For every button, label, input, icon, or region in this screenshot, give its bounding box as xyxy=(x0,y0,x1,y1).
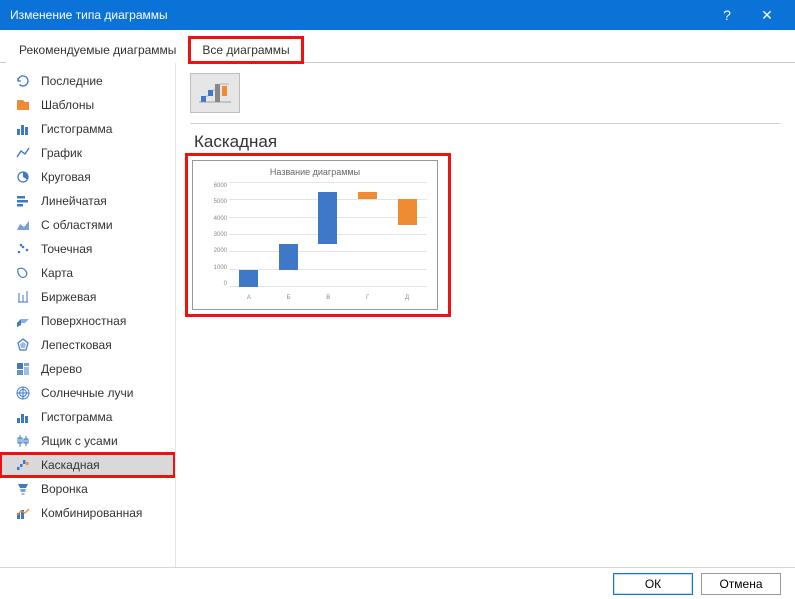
sidebar-item-label: Лепестковая xyxy=(41,338,164,352)
sidebar-item-label: Шаблоны xyxy=(41,98,164,112)
sidebar-item-12[interactable]: Дерево xyxy=(0,357,175,381)
chart-type-icon xyxy=(15,337,31,353)
sidebar-item-label: График xyxy=(41,146,164,160)
chart-type-icon xyxy=(15,289,31,305)
sidebar-item-15[interactable]: Ящик с усами xyxy=(0,429,175,453)
sidebar-item-label: Карта xyxy=(41,266,164,280)
chart-type-icon xyxy=(15,217,31,233)
titlebar: Изменение типа диаграммы ? ✕ xyxy=(0,0,795,30)
sidebar-item-2[interactable]: Гистограмма xyxy=(0,117,175,141)
chart-type-icon xyxy=(15,361,31,377)
sidebar-item-label: Комбинированная xyxy=(41,506,164,520)
chart-type-title: Каскадная xyxy=(194,132,781,152)
window-title: Изменение типа диаграммы xyxy=(10,8,707,22)
chart-type-sidebar: Последние Шаблоны Гистограмма График Кругова… xyxy=(0,63,176,567)
y-axis: 6000500040003000200010000 xyxy=(201,183,227,287)
sidebar-item-label: Дерево xyxy=(41,362,164,376)
tab-all[interactable]: Все диаграммы xyxy=(189,37,302,63)
sidebar-item-label: Воронка xyxy=(41,482,164,496)
x-axis: АБВГД xyxy=(229,295,427,301)
dialog-footer: ОК Отмена xyxy=(0,567,795,599)
chart-type-icon xyxy=(15,241,31,257)
sidebar-item-11[interactable]: Лепестковая xyxy=(0,333,175,357)
sidebar-item-10[interactable]: Поверхностная xyxy=(0,309,175,333)
chart-type-icon xyxy=(15,313,31,329)
sidebar-item-label: С областями xyxy=(41,218,164,232)
sidebar-item-label: Гистограмма xyxy=(41,122,164,136)
chart-preview[interactable]: Название диаграммы 600050004000300020001… xyxy=(192,160,438,310)
chart-type-icon xyxy=(15,73,31,89)
preview-highlight: Название диаграммы 600050004000300020001… xyxy=(190,158,446,312)
sidebar-item-8[interactable]: Карта xyxy=(0,261,175,285)
sidebar-item-9[interactable]: Биржевая xyxy=(0,285,175,309)
plot-area xyxy=(229,183,427,287)
sidebar-item-7[interactable]: Точечная xyxy=(0,237,175,261)
sidebar-item-label: Круговая xyxy=(41,170,164,184)
preview-chart-title: Название диаграммы xyxy=(193,167,437,177)
sidebar-item-6[interactable]: С областями xyxy=(0,213,175,237)
sidebar-item-label: Солнечные лучи xyxy=(41,386,164,400)
cancel-button[interactable]: Отмена xyxy=(701,573,781,595)
chart-type-icon xyxy=(15,409,31,425)
chart-type-icon xyxy=(15,97,31,113)
sidebar-item-4[interactable]: Круговая xyxy=(0,165,175,189)
subtype-waterfall[interactable] xyxy=(190,73,240,113)
main-panel: Каскадная Название диаграммы 60005000400… xyxy=(176,63,795,567)
close-button[interactable]: ✕ xyxy=(747,7,787,24)
sidebar-item-label: Биржевая xyxy=(41,290,164,304)
chart-type-icon xyxy=(15,385,31,401)
sidebar-item-label: Линейчатая xyxy=(41,194,164,208)
sidebar-item-14[interactable]: Гистограмма xyxy=(0,405,175,429)
tab-recommended[interactable]: Рекомендуемые диаграммы xyxy=(6,37,189,63)
chart-type-icon xyxy=(15,145,31,161)
chart-type-icon xyxy=(15,481,31,497)
sidebar-item-label: Точечная xyxy=(41,242,164,256)
chart-type-icon xyxy=(15,505,31,521)
sidebar-item-0[interactable]: Последние xyxy=(0,69,175,93)
sidebar-item-18[interactable]: Комбинированная xyxy=(0,501,175,525)
chart-type-icon xyxy=(15,457,31,473)
dialog-body: Последние Шаблоны Гистограмма График Кругова… xyxy=(0,63,795,567)
sidebar-item-label: Гистограмма xyxy=(41,410,164,424)
chart-type-icon xyxy=(15,265,31,281)
sidebar-item-16[interactable]: Каскадная xyxy=(0,453,175,477)
sidebar-item-5[interactable]: Линейчатая xyxy=(0,189,175,213)
subtype-row xyxy=(190,73,781,124)
sidebar-item-13[interactable]: Солнечные лучи xyxy=(0,381,175,405)
chart-type-icon xyxy=(15,433,31,449)
tab-strip: Рекомендуемые диаграммы Все диаграммы xyxy=(0,30,795,63)
chart-type-icon xyxy=(15,169,31,185)
sidebar-item-label: Поверхностная xyxy=(41,314,164,328)
chart-type-icon xyxy=(15,121,31,137)
sidebar-item-label: Последние xyxy=(41,74,164,88)
sidebar-item-label: Ящик с усами xyxy=(41,434,164,448)
ok-button[interactable]: ОК xyxy=(613,573,693,595)
sidebar-item-label: Каскадная xyxy=(41,458,164,472)
sidebar-item-17[interactable]: Воронка xyxy=(0,477,175,501)
sidebar-item-1[interactable]: Шаблоны xyxy=(0,93,175,117)
help-button[interactable]: ? xyxy=(707,7,747,23)
sidebar-item-3[interactable]: График xyxy=(0,141,175,165)
chart-type-icon xyxy=(15,193,31,209)
